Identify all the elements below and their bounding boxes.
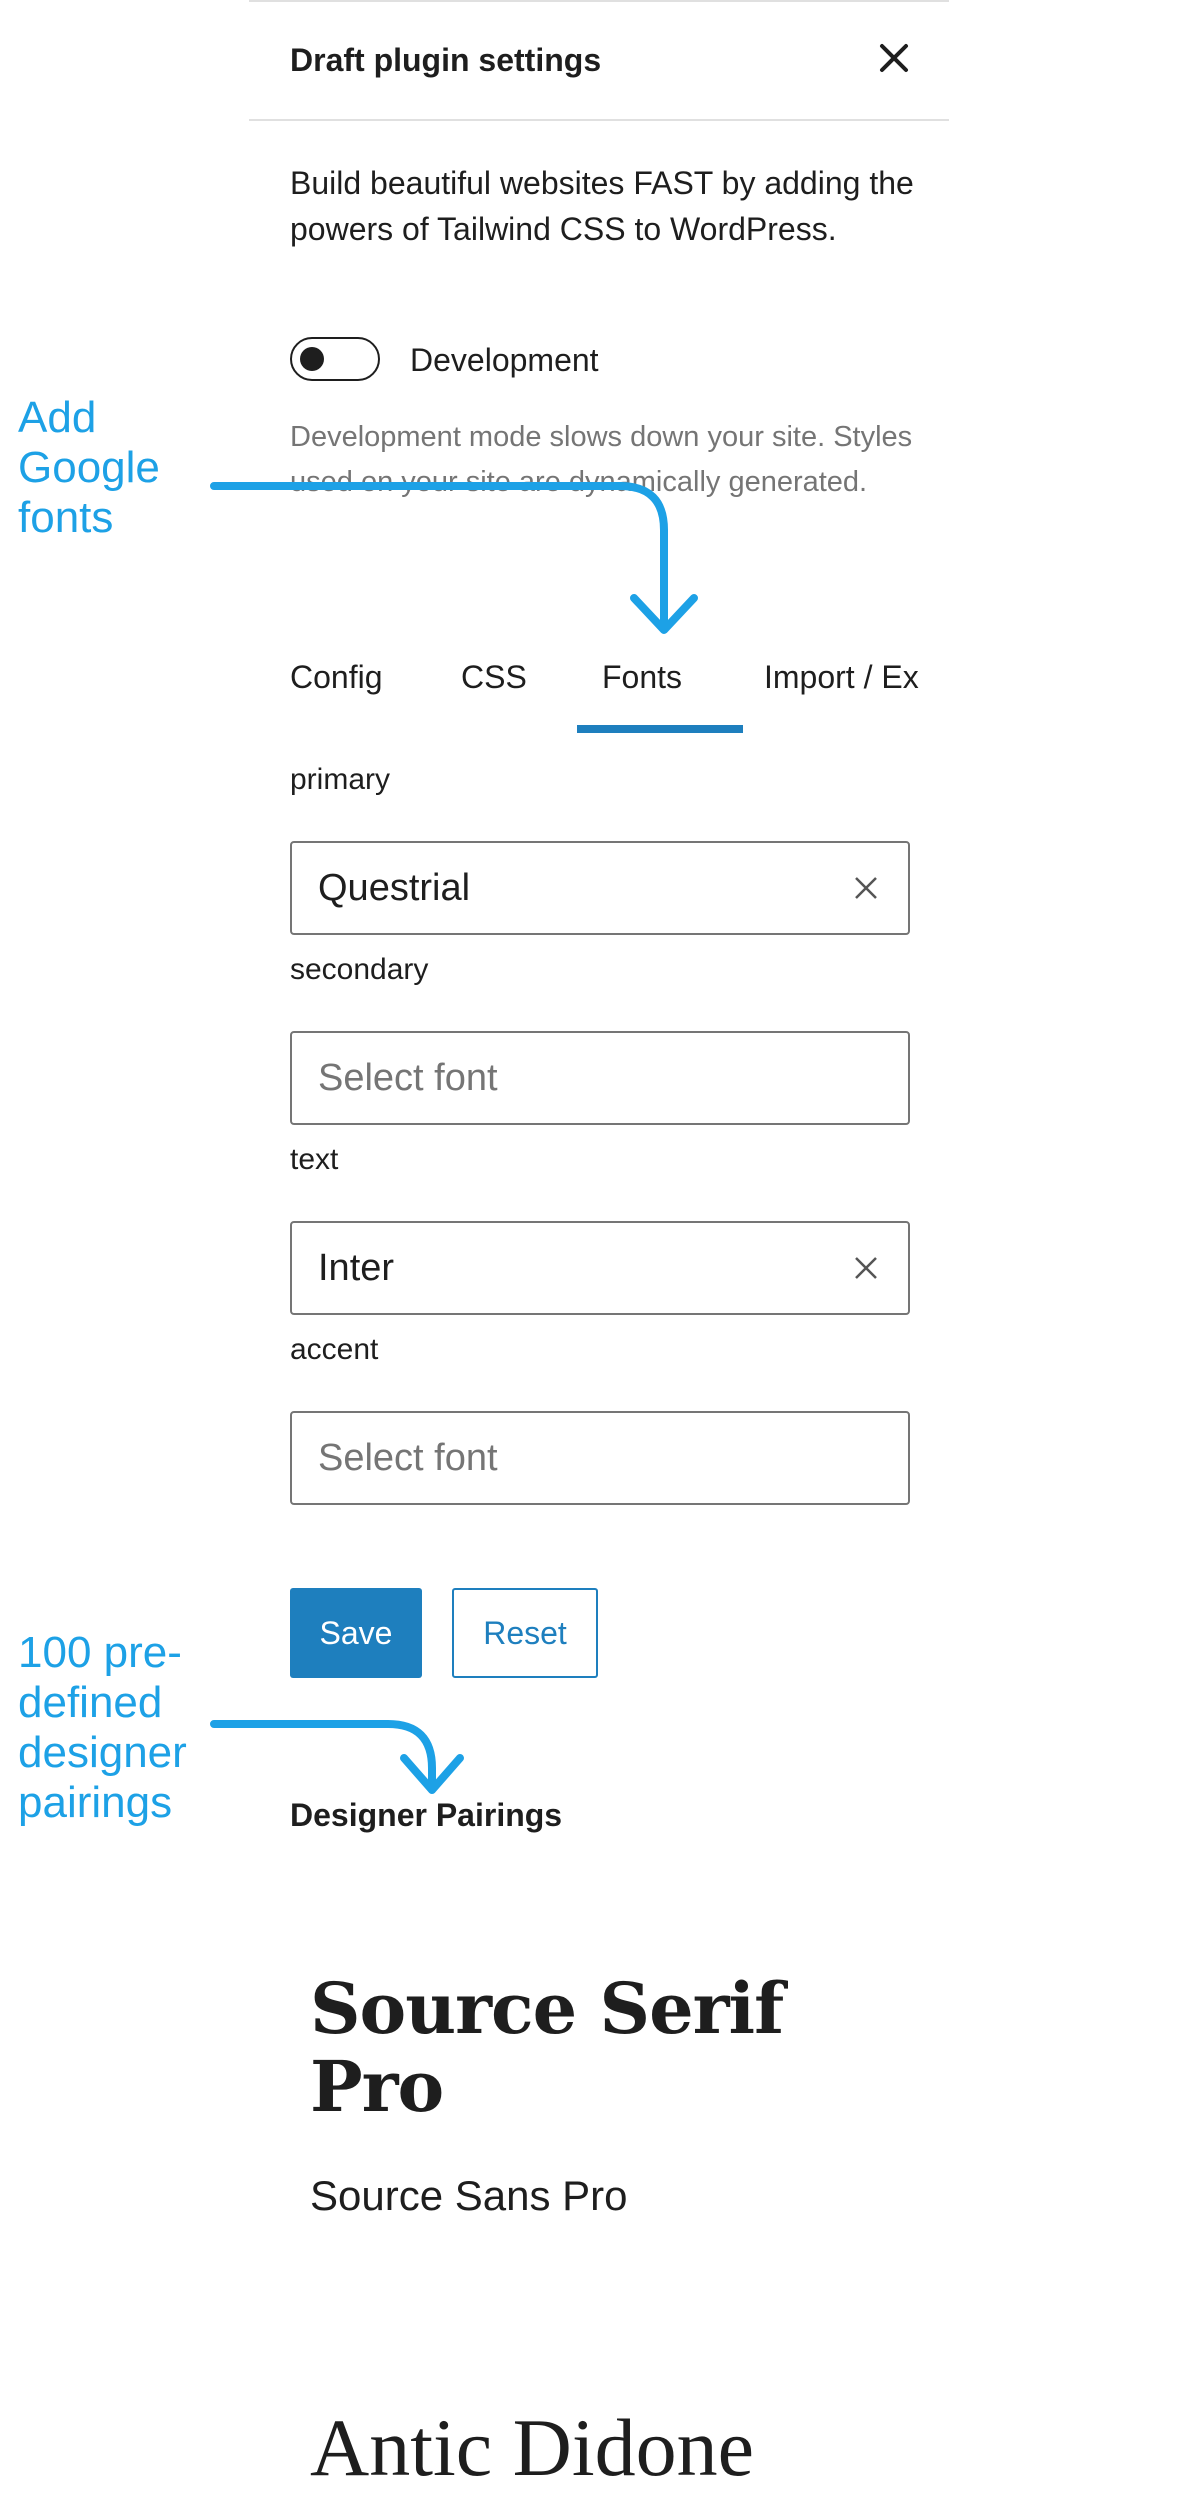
arrow-to-fonts-tab <box>210 482 698 634</box>
arrow-to-pairings <box>210 1720 464 1794</box>
annotation-arrows <box>210 482 698 1794</box>
